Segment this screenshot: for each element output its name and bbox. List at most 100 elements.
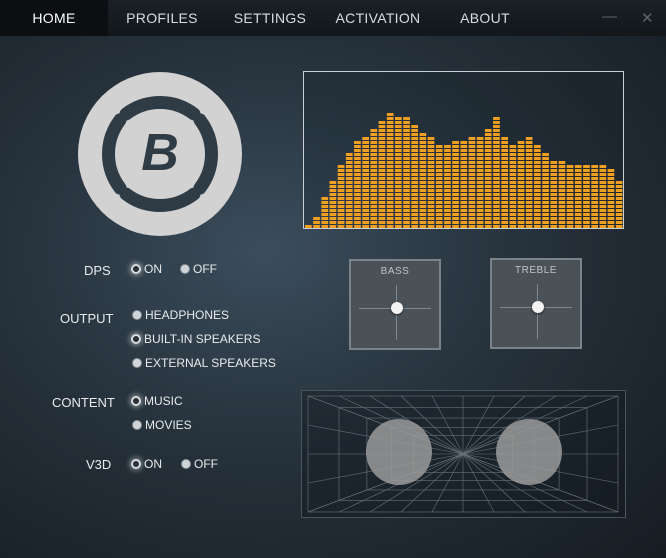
spectrum-segment xyxy=(550,185,558,188)
spectrum-segment xyxy=(452,185,459,188)
spectrum-segment xyxy=(534,161,541,164)
radio-unselected-icon[interactable] xyxy=(181,459,191,469)
spectrum-segment xyxy=(599,209,607,212)
tab-activation[interactable]: ACTIVATION xyxy=(326,0,430,36)
spectrum-segment xyxy=(566,217,574,220)
spectrum-segment xyxy=(574,197,582,200)
tab-settings[interactable]: SETTINGS xyxy=(220,0,320,36)
spectrum-segment xyxy=(395,133,402,136)
spectrum-bar xyxy=(599,165,607,228)
spectrum-segment xyxy=(362,209,369,212)
spectrum-segment xyxy=(484,193,492,196)
spectrum-segment xyxy=(493,181,500,184)
minimize-button[interactable]: — xyxy=(602,8,617,25)
spectrum-segment xyxy=(395,165,402,168)
spectrum-segment xyxy=(444,165,451,168)
radio-unselected-icon[interactable] xyxy=(132,420,142,430)
tab-about[interactable]: ABOUT xyxy=(440,0,530,36)
spectrum-segment xyxy=(476,145,484,148)
spectrum-segment xyxy=(558,189,566,192)
spectrum-segment xyxy=(395,169,402,172)
spectrum-segment xyxy=(468,169,476,172)
spectrum-segment xyxy=(427,165,435,168)
dps-on-option[interactable]: ON xyxy=(131,262,162,276)
v3d-on-option[interactable]: ON xyxy=(131,457,162,471)
radio-unselected-icon[interactable] xyxy=(132,358,142,368)
radio-unselected-icon[interactable] xyxy=(180,264,190,274)
spectrum-segment xyxy=(362,161,369,164)
spectrum-segment xyxy=(509,161,517,164)
spectrum-segment xyxy=(525,217,533,220)
spectrum-segment xyxy=(386,165,394,168)
spectrum-segment xyxy=(370,141,378,144)
spectrum-segment xyxy=(484,177,492,180)
spectrum-segment xyxy=(329,213,337,216)
dps-off-option[interactable]: OFF xyxy=(180,262,217,276)
output-external-speakers-option[interactable]: EXTERNAL SPEAKERS xyxy=(132,356,276,370)
spectrum-segment xyxy=(354,193,361,196)
spectrum-segment xyxy=(435,145,443,148)
spectrum-segment xyxy=(435,165,443,168)
spectrum-segment xyxy=(378,165,386,168)
v3d-off-option[interactable]: OFF xyxy=(181,457,218,471)
spectrum-segment xyxy=(329,221,337,224)
spectrum-bar xyxy=(542,153,549,228)
spectrum-segment xyxy=(395,213,402,216)
bass-pad[interactable]: BASS xyxy=(349,259,441,350)
spectrum-segment xyxy=(395,117,402,120)
left-speaker-sphere[interactable] xyxy=(366,419,432,485)
radio-selected-icon[interactable] xyxy=(131,396,141,406)
content-music-option[interactable]: MUSIC xyxy=(131,394,183,408)
spectrum-segment xyxy=(566,185,574,188)
treble-handle[interactable] xyxy=(532,301,544,313)
spectrum-segment xyxy=(354,185,361,188)
spectrum-segment xyxy=(574,201,582,204)
spectrum-segment xyxy=(435,157,443,160)
spectrum-segment xyxy=(395,121,402,124)
spectrum-segment xyxy=(460,149,468,152)
spectrum-segment xyxy=(542,217,549,220)
spectrum-segment xyxy=(566,165,574,168)
bass-handle[interactable] xyxy=(391,302,403,314)
spectrum-segment xyxy=(435,181,443,184)
spectrum-segment xyxy=(583,197,590,200)
spectrum-segment xyxy=(534,185,541,188)
spectrum-segment xyxy=(484,169,492,172)
spectrum-segment xyxy=(378,129,386,132)
spectrum-segment xyxy=(427,141,435,144)
radio-unselected-icon[interactable] xyxy=(132,310,142,320)
spectrum-segment xyxy=(542,209,549,212)
right-speaker-sphere[interactable] xyxy=(496,419,562,485)
spectrum-segment xyxy=(386,185,394,188)
output-built-in-speakers-option[interactable]: BUILT-IN SPEAKERS xyxy=(131,332,260,346)
spectrum-segment xyxy=(509,173,517,176)
spectrum-segment xyxy=(534,193,541,196)
radio-selected-icon[interactable] xyxy=(131,459,141,469)
tab-home[interactable]: HOME xyxy=(0,0,108,36)
spectrum-segment xyxy=(452,205,459,208)
spectrum-segment xyxy=(370,161,378,164)
treble-pad[interactable]: TREBLE xyxy=(490,258,582,349)
spectrum-segment xyxy=(558,165,566,168)
spectrum-segment xyxy=(427,225,435,228)
bass-label: BASS xyxy=(380,266,410,277)
spectrum-segment xyxy=(370,153,378,156)
spectrum-segment xyxy=(321,225,329,228)
content-movies-option[interactable]: MOVIES xyxy=(132,418,192,432)
spectrum-segment xyxy=(517,225,525,228)
spectrum-segment xyxy=(599,225,607,228)
spectrum-segment xyxy=(525,201,533,204)
output-headphones-option[interactable]: HEADPHONES xyxy=(132,308,229,322)
spectrum-segment xyxy=(444,173,451,176)
spectrum-segment xyxy=(525,189,533,192)
spectrum-segment xyxy=(517,153,525,156)
radio-selected-icon[interactable] xyxy=(131,334,141,344)
spectrum-segment xyxy=(566,173,574,176)
radio-selected-icon[interactable] xyxy=(131,264,141,274)
spectrum-segment xyxy=(501,137,508,140)
close-button[interactable]: ✕ xyxy=(641,9,654,27)
tab-profiles[interactable]: PROFILES xyxy=(112,0,212,36)
spectrum-segment xyxy=(411,169,418,172)
spectrum-segment xyxy=(574,173,582,176)
spectrum-segment xyxy=(362,201,369,204)
